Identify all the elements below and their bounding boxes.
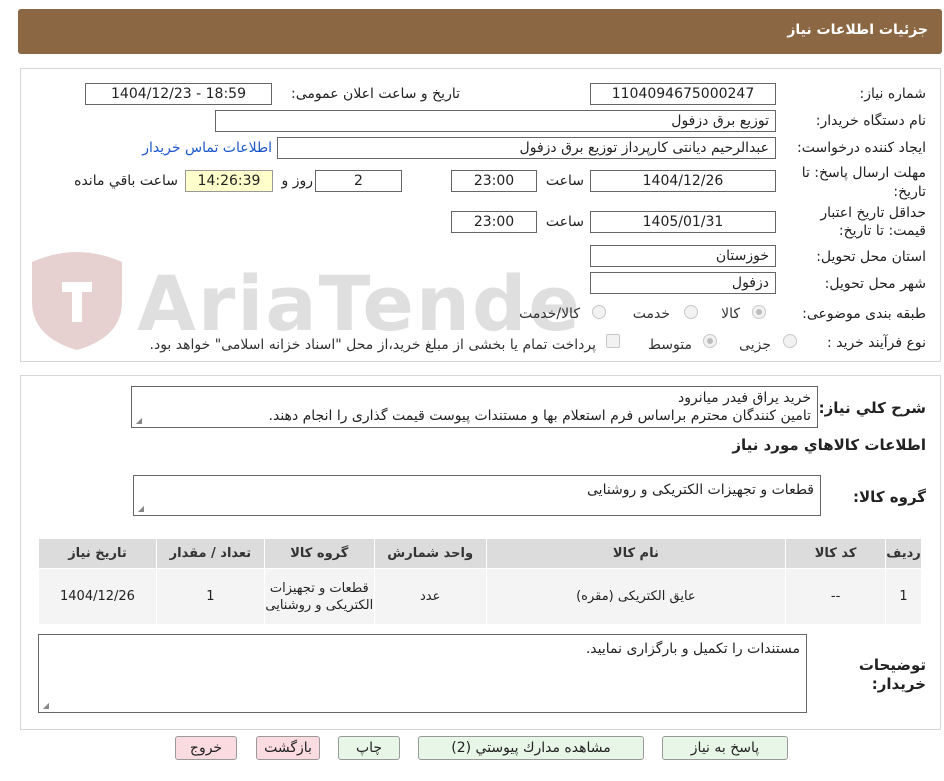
col-goods-name: نام کالا xyxy=(485,538,787,569)
summary-line-2: تامین کنندگان محترم براساس فرم استعلام ب… xyxy=(268,408,811,424)
buyer-notes-textarea: مستندات را تکمیل و بارگزاری نمایید. ◢ xyxy=(38,634,807,713)
category-radio-goods-service[interactable] xyxy=(592,305,606,319)
buyer-notes-label: توضیحات xyxy=(858,656,926,674)
province-field: خوزستان xyxy=(590,245,776,267)
table-header-row: رديف کد کالا نام کالا واحد شمارش گروه کا… xyxy=(38,538,922,569)
col-goods-group: گروه کالا xyxy=(263,538,375,569)
cell-goods-code: -- xyxy=(785,568,887,625)
cell-goods-name: عایق الکتریکی (مقره) xyxy=(485,568,787,625)
category-option-goods: کالا xyxy=(721,306,740,322)
validity-label: حداقل تاریخ اعتبار xyxy=(820,205,926,221)
deadline-label-date: تاریخ: xyxy=(893,184,926,200)
remaining-time-field: 14:26:39 xyxy=(185,170,273,192)
process-option-medium: متوسط xyxy=(648,337,692,353)
requester-label: ایجاد کننده درخواست: xyxy=(797,140,926,156)
category-radio-service[interactable] xyxy=(684,305,698,319)
page-header: جزئیات اطلاعات نیاز xyxy=(18,9,942,54)
process-radio-medium[interactable] xyxy=(703,334,717,348)
requester-field: عبدالرحیم دیانتی کارپرداز توزیع برق دزفو… xyxy=(277,137,776,159)
col-need-date: تاریخ نیاز xyxy=(38,538,157,569)
validity-time-field: 23:00 xyxy=(451,211,537,233)
cell-unit: عدد xyxy=(373,568,487,625)
print-button[interactable]: چاپ xyxy=(338,736,400,760)
summary-label: شرح کلي نياز: xyxy=(818,399,926,417)
buyer-org-label: نام دستگاه خریدار: xyxy=(815,113,926,129)
deadline-time-label: ساعت xyxy=(545,173,584,189)
resize-handle-icon: ◢ xyxy=(135,416,142,425)
goods-info-title: اطلاعات کالاهاي مورد نياز xyxy=(732,436,926,454)
goods-table: رديف کد کالا نام کالا واحد شمارش گروه کا… xyxy=(38,538,922,625)
validity-time-label: ساعت xyxy=(545,214,584,230)
view-attachments-button[interactable]: مشاهده مدارك پيوستي (2) xyxy=(418,736,644,760)
buyer-contact-link[interactable]: اطلاعات تماس خریدار xyxy=(142,140,272,156)
reply-button[interactable]: پاسخ به نیاز xyxy=(662,736,788,760)
province-label: استان محل تحویل: xyxy=(816,249,926,265)
resize-handle-icon: ◢ xyxy=(42,701,49,710)
city-label: شهر محل تحویل: xyxy=(824,276,926,292)
validity-date-field: 1405/01/31 xyxy=(590,211,776,233)
goods-group-textarea: قطعات و تجهیزات الکتریکی و روشنایی ◢ xyxy=(133,475,821,516)
remaining-time-label: ساعت باقي مانده xyxy=(74,173,178,189)
col-row-number: رديف xyxy=(885,538,922,569)
page-title: جزئیات اطلاعات نیاز xyxy=(787,22,928,38)
process-radio-minor[interactable] xyxy=(783,334,797,348)
goods-group-value: قطعات و تجهیزات الکتریکی و روشنایی xyxy=(587,482,814,498)
deadline-date-field: 1404/12/26 xyxy=(590,170,776,192)
back-button[interactable]: بازگشت xyxy=(256,736,320,760)
need-number-label: شماره نیاز: xyxy=(859,86,927,102)
process-option-minor: جزیی xyxy=(739,337,771,353)
col-goods-code: کد کالا xyxy=(785,538,887,569)
cell-quantity: 1 xyxy=(155,568,265,625)
validity-label-date: قیمت: تا تاریخ: xyxy=(838,223,926,239)
city-field: دزفول xyxy=(590,272,776,294)
resize-handle-icon: ◢ xyxy=(137,504,144,513)
days-label: روز و xyxy=(281,173,314,189)
buyer-notes-label-2: خریدار: xyxy=(871,675,926,693)
exit-button[interactable]: خروج xyxy=(175,736,237,760)
summary-textarea: خرید یراق فیدر میانرود تامین کنندگان محت… xyxy=(131,386,818,428)
category-label: طبقه بندی موضوعی: xyxy=(802,306,926,322)
cell-row-number: 1 xyxy=(885,568,922,625)
announce-date-field: 1404/12/23 - 18:59 xyxy=(85,83,272,105)
buyer-org-field: توزیع برق دزفول xyxy=(215,110,776,132)
cell-need-date: 1404/12/26 xyxy=(38,568,157,625)
goods-group-label: گروه کالا: xyxy=(853,488,926,506)
treasury-payment-note: پرداخت تمام یا بخشی از مبلغ خرید،از محل … xyxy=(149,337,596,353)
deadline-label: مهلت ارسال پاسخ: تا xyxy=(801,165,926,181)
cell-goods-group: قطعات و تجهیزات الکتریکی و روشنایی xyxy=(263,568,375,625)
need-number-field: 1104094675000247 xyxy=(590,83,776,105)
buyer-notes-value: مستندات را تکمیل و بارگزاری نمایید. xyxy=(585,641,800,657)
col-unit: واحد شمارش xyxy=(373,538,487,569)
process-type-label: نوع فرآیند خرید : xyxy=(827,335,926,351)
category-radio-goods[interactable] xyxy=(752,305,766,319)
table-row: 1 -- عایق الکتریکی (مقره) عدد قطعات و تج… xyxy=(38,568,922,625)
category-option-service: خدمت xyxy=(632,306,670,322)
deadline-time-field: 23:00 xyxy=(451,170,537,192)
category-option-goods-service: کالا/خدمت xyxy=(519,306,580,322)
summary-line-1: خرید یراق فیدر میانرود xyxy=(678,390,811,406)
announce-date-label: تاریخ و ساعت اعلان عمومی: xyxy=(291,86,460,102)
remaining-days-field: 2 xyxy=(315,170,402,192)
col-quantity: تعداد / مقدار xyxy=(155,538,265,569)
treasury-payment-checkbox[interactable] xyxy=(606,334,620,348)
